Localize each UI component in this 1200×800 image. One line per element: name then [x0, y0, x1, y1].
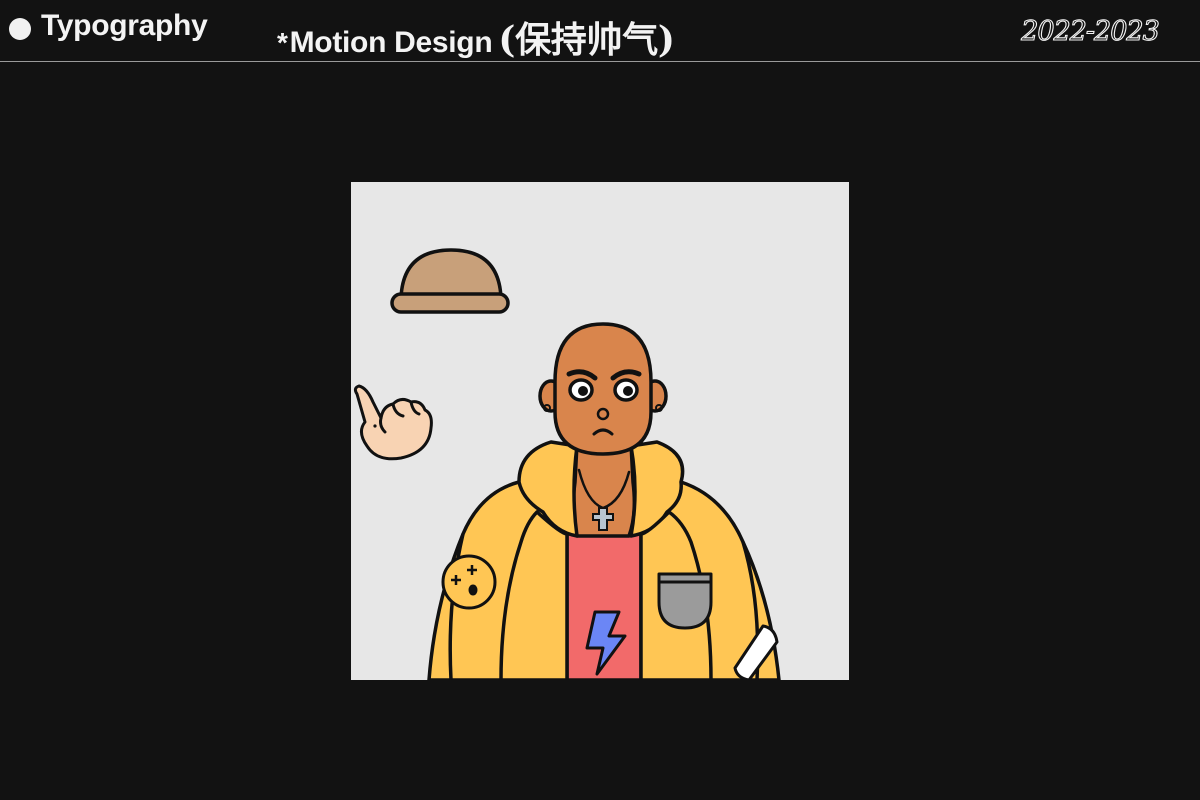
top-bar: Typography *Motion Design (保持帅气) 2022-202…	[0, 0, 1200, 62]
nav-motion-label: Motion Design	[289, 26, 493, 59]
nav-typography-link[interactable]: Typography	[41, 9, 208, 43]
nav-motion-chinese-label: (保持帅气)	[498, 19, 675, 61]
year-range-text: 2022-2023	[1020, 16, 1159, 47]
year-range-outline: 2022-2023	[1020, 15, 1161, 47]
dizzy-face-patch-icon	[441, 554, 497, 610]
asterisk-icon: *	[277, 27, 288, 58]
nav-motion-design-link[interactable]: *Motion Design (保持帅气)	[277, 11, 675, 63]
nav-bullet-dot	[9, 18, 31, 40]
bowler-hat-icon	[390, 248, 510, 314]
illustration-frame	[351, 182, 849, 680]
chest-pocket	[657, 572, 713, 630]
head	[538, 322, 668, 456]
character-illustration	[353, 248, 781, 680]
pinching-hand-icon	[353, 384, 433, 461]
year-range-badge: 2022-2023	[996, 8, 1184, 54]
